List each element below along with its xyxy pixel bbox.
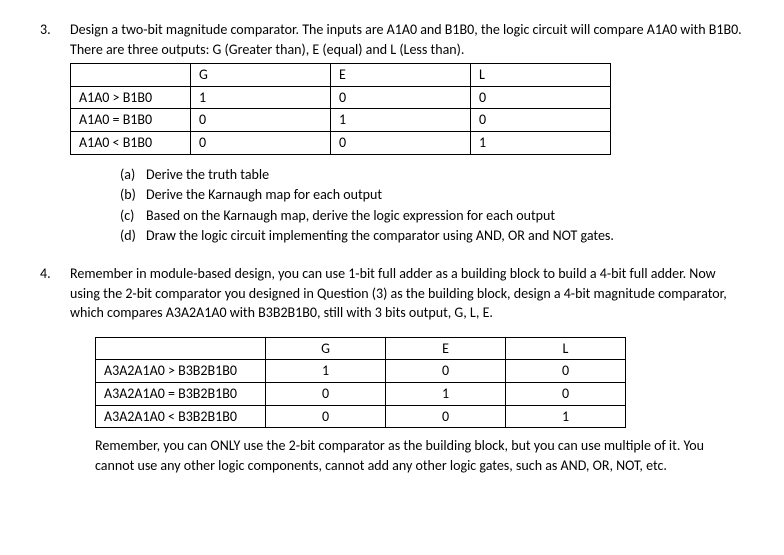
q4-r1c0: A3A2A1A0 = B3B2B1B0	[96, 382, 266, 405]
q3-r0c3: 0	[471, 86, 611, 109]
q3-r1c1: 0	[191, 109, 331, 132]
q3-sub-a: (a) Derive the truth table	[120, 165, 744, 185]
q3-th-g: G	[191, 64, 331, 87]
q4-r0c3: 0	[506, 360, 626, 383]
table-row: A1A0 = B1B0 0 1 0	[71, 109, 611, 132]
q3-sub-b: (b) Derive the Karnaugh map for each out…	[120, 185, 744, 205]
sub-label: (a)	[120, 165, 146, 185]
q4-number: 4.	[40, 264, 70, 323]
table-row: A3A2A1A0 = B3B2B1B0 0 1 0	[96, 382, 626, 405]
q4-r1c3: 0	[506, 382, 626, 405]
q4-r1c2: 1	[386, 382, 506, 405]
q3-r2c3: 1	[471, 131, 611, 154]
q3-number: 3.	[40, 20, 70, 59]
question-3: 3. Design a two-bit magnitude comparator…	[40, 20, 744, 246]
q4-text: Remember in module-based design, you can…	[70, 264, 744, 323]
q4-r2c3: 1	[506, 405, 626, 428]
q4-r0c2: 0	[386, 360, 506, 383]
table-row: G E L	[96, 337, 626, 360]
q3-sub-d: (d) Draw the logic circuit implementing …	[120, 226, 744, 246]
q3-r1c2: 1	[331, 109, 471, 132]
q3-sub-c: (c) Based on the Karnaugh map, derive th…	[120, 206, 744, 226]
q3-r0c1: 1	[191, 86, 331, 109]
q4-th-blank	[96, 337, 266, 360]
sub-text: Derive the Karnaugh map for each output	[146, 185, 744, 205]
sub-label: (d)	[120, 226, 146, 246]
q3-header: 3. Design a two-bit magnitude comparator…	[40, 20, 744, 59]
sub-text: Draw the logic circuit implementing the …	[146, 226, 744, 246]
sub-text: Derive the truth table	[146, 165, 744, 185]
q4-th-e: E	[386, 337, 506, 360]
q4-header: 4. Remember in module-based design, you …	[40, 264, 744, 323]
q4-r2c1: 0	[266, 405, 386, 428]
q3-table: G E L A1A0 > B1B0 1 0 0 A1A0 = B1B0 0 1 …	[70, 63, 611, 154]
q3-r2c1: 0	[191, 131, 331, 154]
q3-subparts: (a) Derive the truth table (b) Derive th…	[120, 165, 744, 246]
q3-r2c2: 0	[331, 131, 471, 154]
q3-r0c2: 0	[331, 86, 471, 109]
table-row: G E L	[71, 64, 611, 87]
q4-r1c1: 0	[266, 382, 386, 405]
q4-r2c0: A3A2A1A0 < B3B2B1B0	[96, 405, 266, 428]
q3-text: Design a two-bit magnitude comparator. T…	[70, 20, 744, 59]
q4-note: Remember, you can ONLY use the 2-bit com…	[95, 436, 744, 475]
q3-th-l: L	[471, 64, 611, 87]
table-row: A1A0 < B1B0 0 0 1	[71, 131, 611, 154]
q4-r2c2: 0	[386, 405, 506, 428]
sub-label: (c)	[120, 206, 146, 226]
q3-th-e: E	[331, 64, 471, 87]
q3-r1c3: 0	[471, 109, 611, 132]
table-row: A3A2A1A0 < B3B2B1B0 0 0 1	[96, 405, 626, 428]
q4-r0c1: 1	[266, 360, 386, 383]
sub-text: Based on the Karnaugh map, derive the lo…	[146, 206, 744, 226]
q4-th-g: G	[266, 337, 386, 360]
table-row: A1A0 > B1B0 1 0 0	[71, 86, 611, 109]
q3-r2c0: A1A0 < B1B0	[71, 131, 191, 154]
q3-th-blank	[71, 64, 191, 87]
sub-label: (b)	[120, 185, 146, 205]
q4-r0c0: A3A2A1A0 > B3B2B1B0	[96, 360, 266, 383]
q3-r1c0: A1A0 = B1B0	[71, 109, 191, 132]
table-row: A3A2A1A0 > B3B2B1B0 1 0 0	[96, 360, 626, 383]
q4-th-l: L	[506, 337, 626, 360]
question-4: 4. Remember in module-based design, you …	[40, 264, 744, 475]
q4-table: G E L A3A2A1A0 > B3B2B1B0 1 0 0 A3A2A1A0…	[95, 337, 626, 428]
q3-r0c0: A1A0 > B1B0	[71, 86, 191, 109]
